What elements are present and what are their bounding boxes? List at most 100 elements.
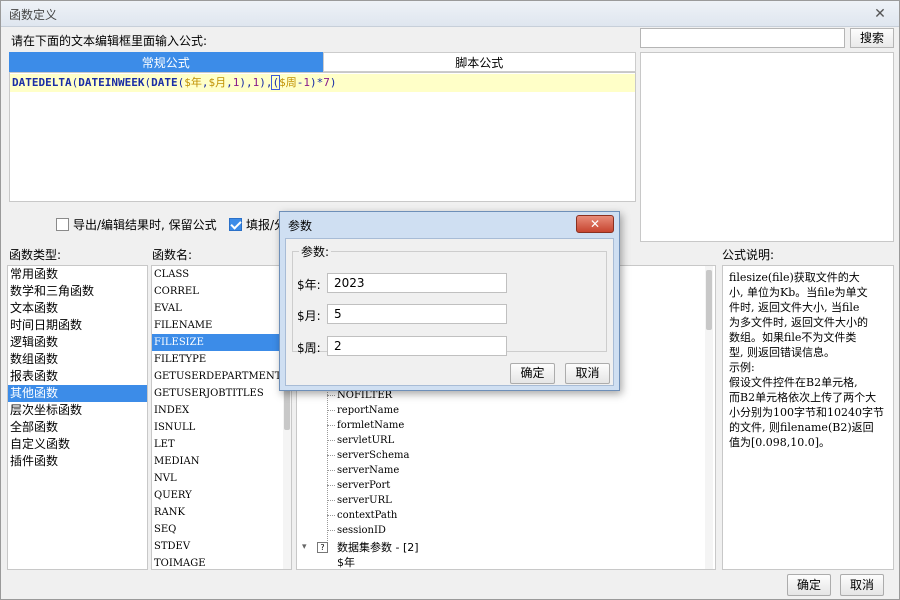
function-item[interactable]: STDEV bbox=[152, 538, 291, 555]
function-item[interactable]: NVL bbox=[152, 470, 291, 487]
description-line: 而B2单元格依次上传了两个大 bbox=[729, 391, 877, 404]
function-list[interactable]: CLASS CORREL EVAL FILENAME FILESIZE FILETYPE G… bbox=[151, 265, 292, 570]
description-line: 为多文件时, 返回文件大小的 bbox=[729, 316, 868, 329]
function-item[interactable]: FILENAME bbox=[152, 317, 291, 334]
formula-token: $月 bbox=[208, 76, 227, 89]
param-year-input[interactable]: 2023 bbox=[327, 273, 507, 293]
description-line: 的文件, 则filename(B2)返回 bbox=[729, 421, 874, 434]
formula-line[interactable]: DATEDELTA(DATEINWEEK(DATE($年,$月,1),1),($… bbox=[10, 74, 635, 92]
formula-tabs: 常规公式 脚本公式 bbox=[9, 52, 636, 72]
tree-leaf[interactable]: sessionID bbox=[337, 523, 386, 538]
function-item[interactable]: GETUSERDEPARTMENTS bbox=[152, 368, 291, 385]
keep-formula-option[interactable]: 导出/编辑结果时, 保留公式 bbox=[56, 216, 217, 233]
function-item[interactable]: ISNULL bbox=[152, 419, 291, 436]
function-item[interactable]: EVAL bbox=[152, 300, 291, 317]
tree-leaf[interactable]: serverPort bbox=[337, 478, 390, 493]
parameter-dialog: 参数 ✕ 参数: $年: 2023 $月: 5 $周: 2 确定 取消 bbox=[279, 211, 620, 391]
formula-token: , bbox=[245, 76, 253, 89]
function-item[interactable]: QUERY bbox=[152, 487, 291, 504]
categories-label: 函数类型: bbox=[9, 248, 62, 262]
category-item[interactable]: 逻辑函数 bbox=[8, 334, 147, 351]
param-week-input[interactable]: 2 bbox=[327, 336, 507, 356]
function-item[interactable]: TOIMAGE bbox=[152, 555, 291, 569]
cancel-button[interactable]: 取消 bbox=[840, 574, 884, 596]
tree-branch-line bbox=[327, 410, 335, 411]
function-item[interactable]: MEDIAN bbox=[152, 453, 291, 470]
tree-scrollbar[interactable] bbox=[705, 266, 713, 569]
window-title: 函数定义 bbox=[9, 8, 58, 22]
param-month-label: $月: bbox=[297, 309, 321, 323]
formula-token: 1 bbox=[303, 76, 310, 89]
dialog-ok-button[interactable]: 确定 bbox=[510, 363, 555, 384]
formula-token: DATE bbox=[151, 76, 178, 89]
tree-leaf[interactable]: servletURL bbox=[337, 433, 394, 448]
tab-script-formula[interactable]: 脚本公式 bbox=[322, 52, 636, 72]
tree-leaf-year-param[interactable]: $年 bbox=[337, 555, 355, 569]
tree-scroll-thumb[interactable] bbox=[706, 270, 712, 330]
title-bar: 函数定义 ✕ bbox=[1, 1, 899, 27]
formula-token: , bbox=[226, 76, 233, 89]
search-input[interactable] bbox=[640, 28, 845, 48]
category-item[interactable]: 数组函数 bbox=[8, 351, 147, 368]
category-item[interactable]: 数学和三角函数 bbox=[8, 283, 147, 300]
description-text: filesize(file)获取文件的大 小, 单位为Kb。当file为单文 件时,… bbox=[723, 266, 893, 450]
tree-leaf[interactable]: serverURL bbox=[337, 493, 392, 508]
description-line: 示例: bbox=[729, 361, 755, 374]
category-item[interactable]: 文本函数 bbox=[8, 300, 147, 317]
formula-token: $周 bbox=[279, 76, 297, 89]
tree-group-dataset-params[interactable]: 数据集参数 - [2] bbox=[337, 540, 419, 555]
tree-branch-line bbox=[327, 395, 335, 396]
formula-token: ) bbox=[309, 76, 317, 89]
tree-leaf[interactable]: contextPath bbox=[337, 508, 397, 523]
category-item[interactable]: 报表函数 bbox=[8, 368, 147, 385]
close-icon[interactable]: ✕ bbox=[871, 5, 889, 23]
formula-token: ) bbox=[259, 76, 266, 89]
category-item[interactable]: 全部函数 bbox=[8, 419, 147, 436]
ok-button[interactable]: 确定 bbox=[787, 574, 831, 596]
tree-leaf[interactable]: reportName bbox=[337, 403, 399, 418]
keep-formula-checkbox[interactable] bbox=[56, 218, 69, 231]
search-button[interactable]: 搜索 bbox=[850, 28, 894, 48]
function-item[interactable]: CORREL bbox=[152, 283, 291, 300]
category-item[interactable]: 层次坐标函数 bbox=[8, 402, 147, 419]
param-month-input[interactable]: 5 bbox=[327, 304, 507, 324]
keep-formula-label: 导出/编辑结果时, 保留公式 bbox=[73, 218, 217, 232]
function-item[interactable]: FILETYPE bbox=[152, 351, 291, 368]
description-line: 件时, 返回文件大小, 当file bbox=[729, 301, 860, 314]
tree-branch-line bbox=[327, 425, 335, 426]
formula-token: ) bbox=[329, 76, 337, 89]
fill-checkbox[interactable] bbox=[229, 218, 242, 231]
function-item[interactable]: INDEX bbox=[152, 402, 291, 419]
function-item[interactable]: LET bbox=[152, 436, 291, 453]
function-item[interactable]: SEQ bbox=[152, 521, 291, 538]
description-line: 值为[0.098,10.0]。 bbox=[729, 436, 831, 449]
description-line: 小, 单位为Kb。当file为单文 bbox=[729, 286, 868, 299]
dataset-params-icon: ? bbox=[317, 542, 328, 553]
category-item[interactable]: 自定义函数 bbox=[8, 436, 147, 453]
dialog-cancel-button[interactable]: 取消 bbox=[565, 363, 610, 384]
tree-branch-line bbox=[327, 485, 335, 486]
tree-leaf[interactable]: serverSchema bbox=[337, 448, 409, 463]
description-line: filesize(file)获取文件的大 bbox=[729, 271, 860, 284]
function-item[interactable]: FILESIZE bbox=[152, 334, 291, 351]
description-line: 数组。如果file不为文件类 bbox=[729, 331, 857, 344]
function-item[interactable]: CLASS bbox=[152, 266, 291, 283]
tree-branch-line bbox=[327, 515, 335, 516]
function-item[interactable]: RANK bbox=[152, 504, 291, 521]
category-item[interactable]: 常用函数 bbox=[8, 266, 147, 283]
tree-leaf[interactable]: formletName bbox=[337, 418, 404, 433]
tab-regular-formula[interactable]: 常规公式 bbox=[9, 52, 323, 72]
category-item[interactable]: 其他函数 bbox=[8, 385, 147, 402]
fill-option[interactable]: 填报/分 bbox=[229, 216, 286, 233]
tree-leaf[interactable]: serverName bbox=[337, 463, 399, 478]
category-item[interactable]: 插件函数 bbox=[8, 453, 147, 470]
parameter-group-label: 参数: bbox=[301, 245, 330, 259]
function-item[interactable]: GETUSERJOBTITLES bbox=[152, 385, 291, 402]
category-item[interactable]: 时间日期函数 bbox=[8, 317, 147, 334]
description-line: 小分别为100字节和10240字节 bbox=[729, 406, 884, 419]
dialog-close-icon[interactable]: ✕ bbox=[576, 215, 614, 233]
tree-expand-icon[interactable]: ▾ bbox=[302, 540, 307, 555]
description-line: 型, 则返回错误信息。 bbox=[729, 346, 835, 359]
category-list[interactable]: 常用函数 数学和三角函数 文本函数 时间日期函数 逻辑函数 数组函数 报表函数 其他函数 层次坐… bbox=[7, 265, 148, 570]
formula-editor[interactable]: DATEDELTA(DATEINWEEK(DATE($年,$月,1),1),($… bbox=[9, 72, 636, 202]
